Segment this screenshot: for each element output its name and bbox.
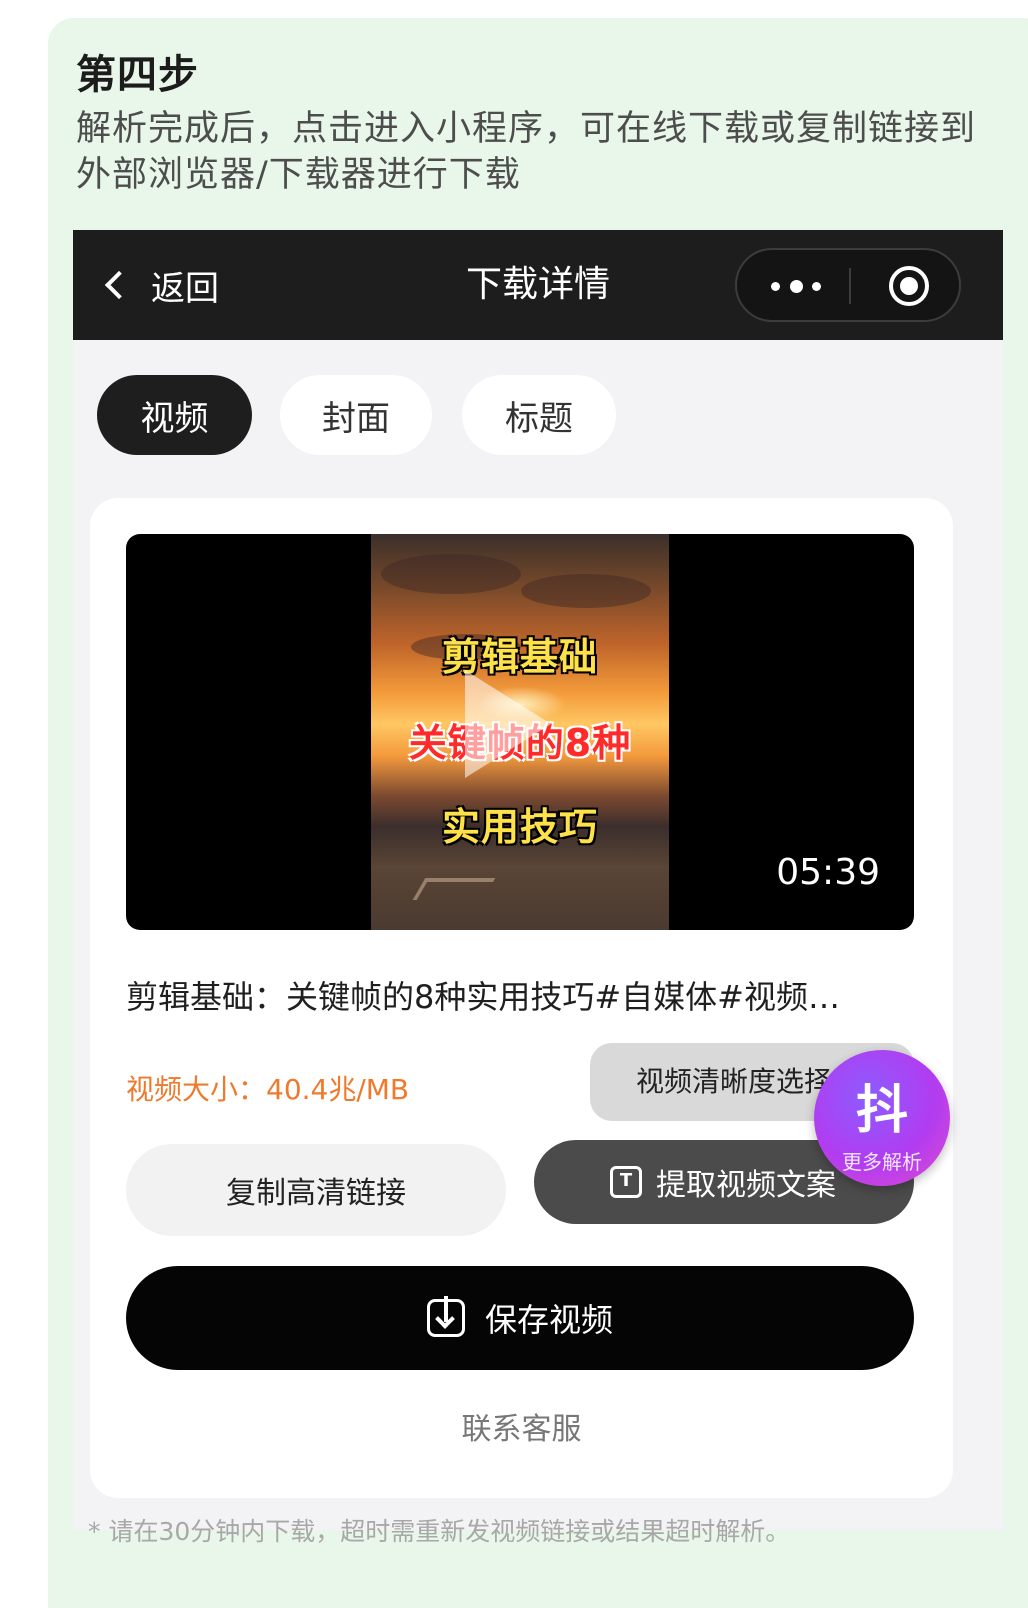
beach-chair <box>412 878 496 900</box>
overlay-text-line-3: 实用技巧 <box>441 805 598 849</box>
video-size: 视频大小：40.4兆/MB <box>126 1073 410 1106</box>
tab-cover[interactable]: 封面 <box>280 375 432 455</box>
save-video-label: 保存视频 <box>484 1301 613 1339</box>
video-player[interactable]: 剪辑基础 关键帧的8种 实用技巧 05:39 <box>126 534 914 930</box>
footnote: * 请在30分钟内下载，超时需重新发视频链接或结果超时解析。 <box>88 1517 791 1546</box>
tab-title[interactable]: 标题 <box>462 375 616 455</box>
phone-screenshot: 返回 下载详情 视频 封面 标题 剪辑基础 关键帧的8种 实用技巧 05:39 <box>73 230 1003 1530</box>
video-detail-panel: 剪辑基础 关键帧的8种 实用技巧 05:39 剪辑基础：关键帧的8种实用技巧#自… <box>90 498 953 1498</box>
step-description: 解析完成后，点击进入小程序，可在线下载或复制链接到外部浏览器/下载器进行下载 <box>76 109 977 195</box>
video-duration: 05:39 <box>776 852 880 893</box>
copy-link-button[interactable]: 复制高清链接 <box>126 1144 506 1236</box>
contact-service-link[interactable]: 联系客服 <box>90 1404 953 1448</box>
fab-label: 更多解析 <box>842 1150 922 1174</box>
text-extract-icon: T <box>610 1166 642 1198</box>
video-thumbnail: 剪辑基础 关键帧的8种 实用技巧 <box>371 534 669 930</box>
more-dots-icon[interactable] <box>771 274 821 298</box>
tab-video[interactable]: 视频 <box>97 375 252 455</box>
extract-text-label: 提取视频文案 <box>656 1168 836 1203</box>
copy-link-label: 复制高清链接 <box>226 1176 406 1211</box>
play-icon[interactable] <box>465 670 551 778</box>
video-title: 剪辑基础：关键帧的8种实用技巧#自媒体#视频… <box>126 978 840 1016</box>
save-video-button[interactable]: 保存视频 <box>126 1266 914 1370</box>
more-parse-fab[interactable]: 抖 更多解析 <box>814 1050 950 1186</box>
step-title: 第四步 <box>76 52 199 98</box>
capsule-divider <box>849 268 851 304</box>
navbar: 返回 下载详情 <box>73 230 1003 340</box>
mini-program-capsule <box>735 248 961 322</box>
target-circle-icon[interactable] <box>889 266 929 306</box>
douyin-icon: 抖 <box>855 1081 908 1141</box>
download-icon <box>426 1296 465 1337</box>
